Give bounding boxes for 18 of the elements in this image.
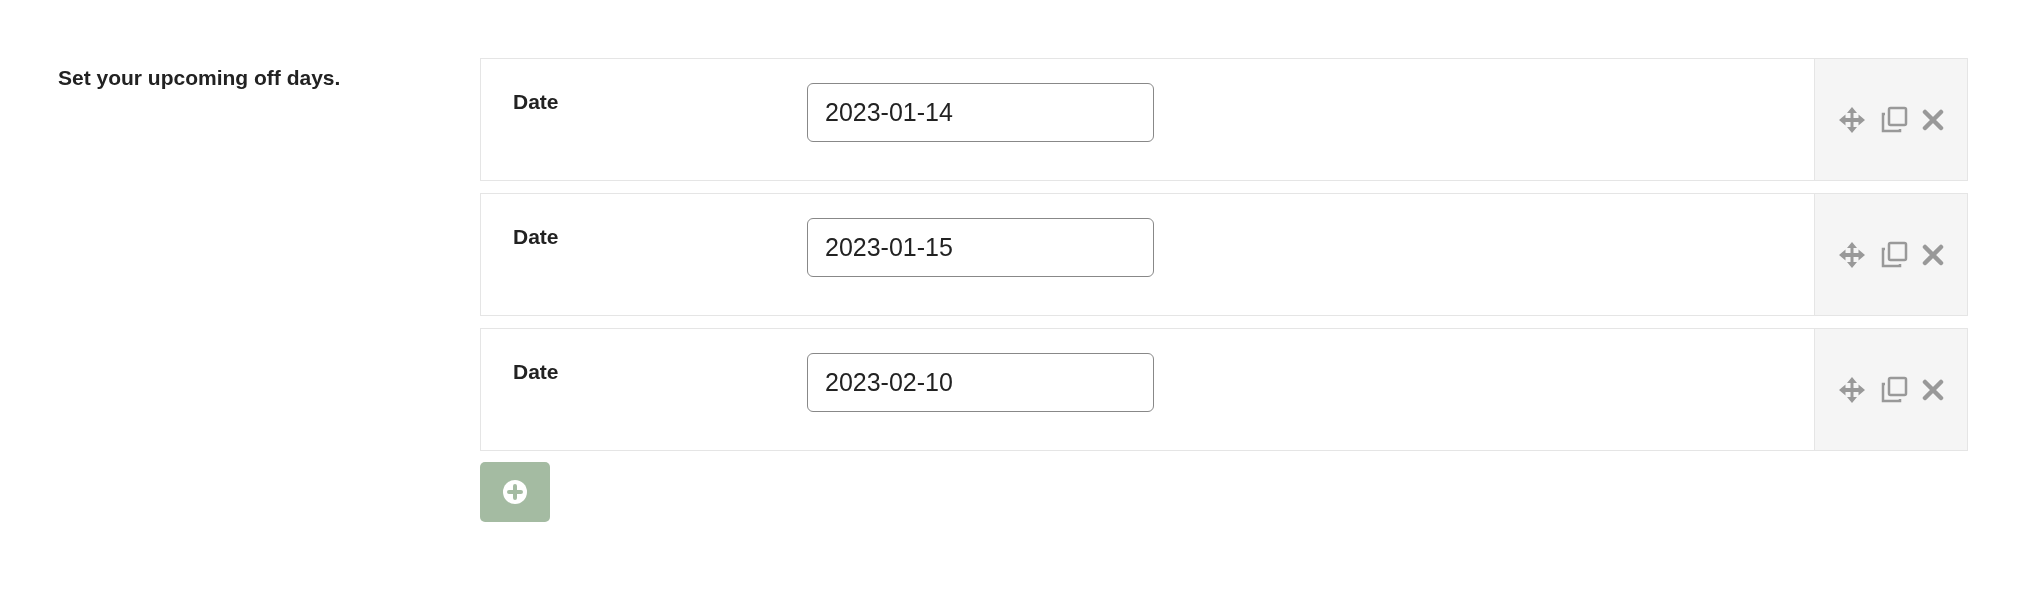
move-icon[interactable] [1838, 105, 1866, 134]
date-input[interactable]: 2023-01-15 [807, 218, 1154, 277]
close-icon[interactable] [1922, 108, 1944, 131]
field-label: Date [513, 359, 560, 385]
duplicate-icon[interactable] [1880, 105, 1908, 134]
field-label: Date [513, 224, 560, 250]
duplicate-icon[interactable] [1880, 240, 1908, 269]
field-label: Date [513, 89, 560, 115]
plus-circle-icon [503, 480, 527, 504]
move-icon[interactable] [1838, 375, 1866, 404]
form-description: Set your upcoming off days. [58, 66, 341, 89]
close-icon[interactable] [1922, 378, 1944, 401]
move-icon[interactable] [1838, 240, 1866, 269]
close-icon[interactable] [1922, 243, 1944, 266]
date-input[interactable]: 2023-02-10 [807, 353, 1154, 412]
add-button[interactable] [480, 462, 550, 522]
date-input[interactable]: 2023-01-14 [807, 83, 1154, 142]
duplicate-icon[interactable] [1880, 375, 1908, 404]
